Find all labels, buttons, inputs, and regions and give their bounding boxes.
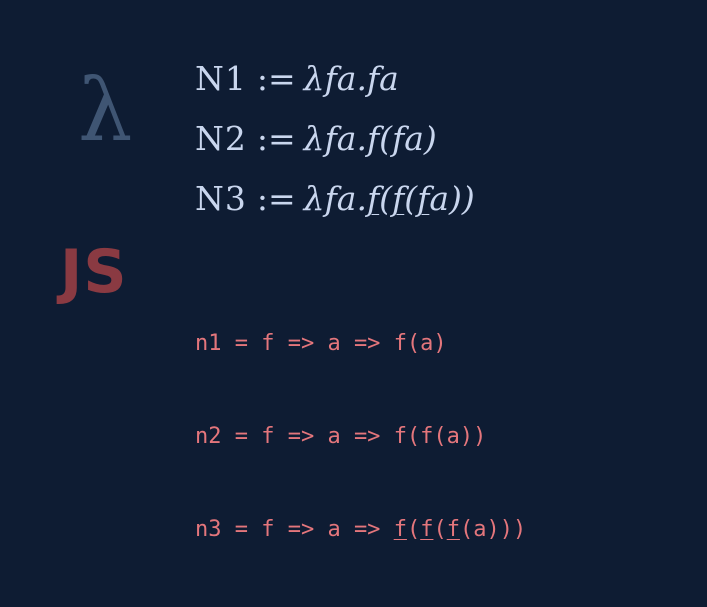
math-lambda-head: λfa. — [303, 59, 367, 98]
math-def-operator: := — [256, 179, 296, 218]
math-def-operator: := — [256, 119, 296, 158]
code-body-underlined: f(f(f(a))) — [393, 517, 527, 542]
lambda-icon: λ — [78, 61, 133, 161]
code-line-n3: n3 = f => a => f(f(f(a))) — [195, 514, 526, 545]
math-expression: λfa.f(f(fa)) — [304, 179, 475, 218]
math-def-operator: := — [256, 59, 296, 98]
math-definition-n2: N2:= λfa.f(fa) — [195, 122, 437, 155]
math-body: fa — [366, 59, 399, 98]
math-definition-n1: N1:= λfa.fa — [195, 62, 399, 95]
code-body: f(a) — [393, 331, 447, 356]
math-name: N2 — [195, 119, 247, 158]
slide-canvas: λ N1:= λfa.fa N2:= λfa.f(fa) N3:= λfa.f(f(f… — [0, 0, 707, 542]
math-name: N1 — [195, 59, 247, 98]
math-body-underlined: f(f(fa)) — [366, 179, 475, 218]
math-expression: λfa.fa — [304, 59, 399, 98]
math-expression: λfa.f(fa) — [304, 119, 437, 158]
code-line-n2: n2 = f => a => f(f(a)) — [195, 421, 526, 452]
math-lambda-head: λfa. — [303, 119, 367, 158]
code-prefix: n2 = f => a => — [195, 424, 394, 449]
code-prefix: n3 = f => a => — [195, 517, 394, 542]
code-prefix: n1 = f => a => — [195, 331, 394, 356]
js-logo: JS — [60, 237, 128, 307]
math-definition-n3: N3:= λfa.f(f(fa)) — [195, 182, 475, 215]
math-lambda-head: λfa. — [303, 179, 367, 218]
code-line-n1: n1 = f => a => f(a) — [195, 328, 526, 359]
math-body: f(fa) — [366, 119, 437, 158]
math-name: N3 — [195, 179, 247, 218]
code-block: n1 = f => a => f(a) n2 = f => a => f(f(a… — [195, 266, 526, 607]
code-body: f(f(a)) — [393, 424, 487, 449]
